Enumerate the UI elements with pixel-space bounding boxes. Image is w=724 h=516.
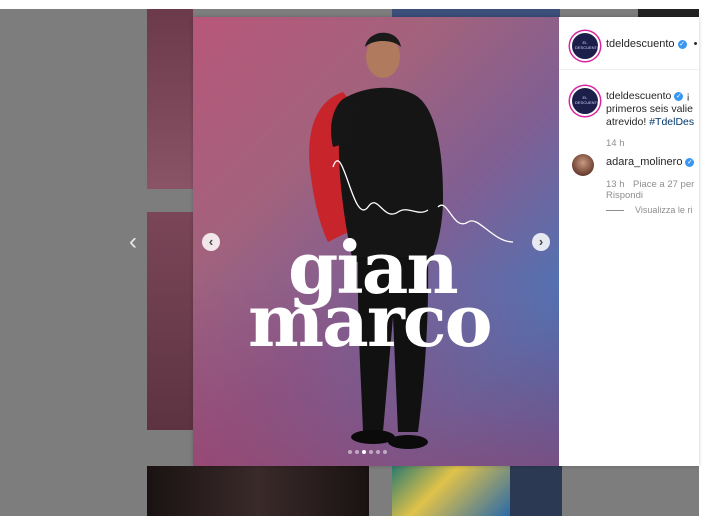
avatar-logo-text: EL DESCUENTO [575,40,601,50]
top-bar [0,0,700,9]
slide-dot [348,450,352,454]
chevron-left-icon[interactable]: ‹ [202,233,220,251]
post-photo[interactable]: gian marco ‹ › [193,17,559,466]
comment-username[interactable]: adara_molinero ✓ [606,156,695,168]
avatar[interactable]: EL DESCUENTO [570,86,600,116]
grid-tile [392,466,510,516]
commenter-avatar[interactable] [572,154,594,176]
title-line-2: marco [248,278,493,363]
header-username-text: tdeldescuento [606,38,675,50]
comment-timestamp[interactable]: 13 h [606,179,625,190]
grid-tile [510,466,562,516]
replies-divider [606,210,624,211]
slide-dot [355,450,359,454]
chevron-right-icon[interactable]: › [532,233,550,251]
post-modal: gian marco ‹ › EL DESCUENTO tdeldescuent… [193,17,699,466]
header-username[interactable]: tdeldescuento ✓ • [606,38,697,50]
reply-button[interactable]: Rispondi [606,190,643,201]
caption-line-3: atrevido! #TdelDes [606,116,694,129]
slide-dot [362,450,366,454]
more-options-icon[interactable]: • [694,38,698,50]
post-sidebar: EL DESCUENTO tdeldescuento ✓ • EL DESCUEN… [559,17,699,466]
avatar-logo-text: EL DESCUENTO [575,95,601,105]
verified-icon: ✓ [677,39,687,49]
grid-tile [147,466,369,516]
slide-indicator [348,450,387,455]
post-header: EL DESCUENTO tdeldescuento ✓ • [559,17,699,70]
caption-timestamp[interactable]: 14 h [606,138,625,149]
comment-username-text: adara_molinero [606,156,683,168]
view-replies-button[interactable]: Visualizza le ri [635,205,692,215]
comment-likes[interactable]: Piace a 27 per [633,179,694,190]
caption-line-1: tdeldescuento ✓ ¡ [606,90,690,103]
caption-text-1: ¡ [686,90,690,102]
caption-username[interactable]: tdeldescuento [606,90,671,102]
slide-dot [369,450,373,454]
caption-text-3: atrevido! [606,116,650,128]
verified-icon: ✓ [685,157,695,167]
grid-bottom-row [0,466,724,516]
grid-tile [147,212,193,430]
grid-tile [147,9,193,189]
right-margin [699,0,724,516]
slide-dot [376,450,380,454]
verified-icon: ✓ [674,91,684,101]
slide-dot [383,450,387,454]
previous-post-icon[interactable]: ‹ [122,230,144,254]
hashtag-link[interactable]: #TdelDes [649,116,694,128]
caption-line-2: primeros seis valie [606,103,693,115]
avatar[interactable]: EL DESCUENTO [570,31,600,61]
